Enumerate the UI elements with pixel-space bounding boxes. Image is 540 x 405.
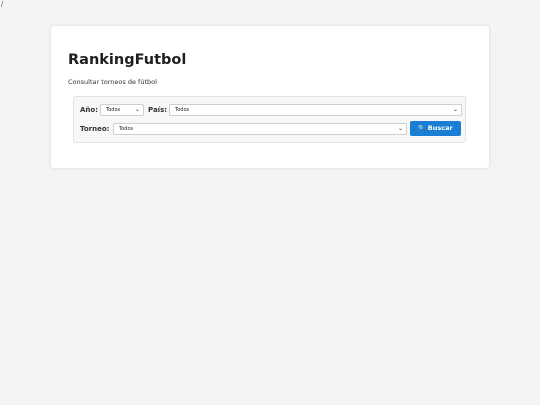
year-label: Año: (80, 106, 99, 114)
country-label: País: (148, 106, 168, 114)
search-icon: 🔍 (418, 125, 426, 132)
corner-mark: / (1, 0, 4, 8)
tournament-label: Torneo: (80, 125, 110, 133)
year-select-value: Todos (106, 107, 121, 113)
page-subtitle: Consultar torneos de fútbol (68, 78, 157, 86)
main-card: RankingFutbol Consultar torneos de fútbo… (51, 26, 489, 168)
chevron-down-icon: ⌄ (452, 106, 458, 113)
search-button[interactable]: 🔍 Buscar (410, 121, 461, 136)
country-select[interactable]: Todos ⌄ (169, 104, 462, 116)
country-select-value: Todos (175, 107, 190, 113)
filter-panel: Año: Todos ⌄ País: Todos ⌄ Torneo: Todos… (73, 96, 466, 143)
page-title: RankingFutbol (68, 52, 187, 68)
chevron-down-icon: ⌄ (134, 106, 140, 113)
tournament-select-value: Todos (119, 126, 134, 132)
year-select[interactable]: Todos ⌄ (100, 104, 144, 116)
search-button-label: Buscar (427, 124, 453, 132)
chevron-down-icon: ⌄ (397, 125, 403, 132)
tournament-select[interactable]: Todos ⌄ (113, 123, 407, 135)
